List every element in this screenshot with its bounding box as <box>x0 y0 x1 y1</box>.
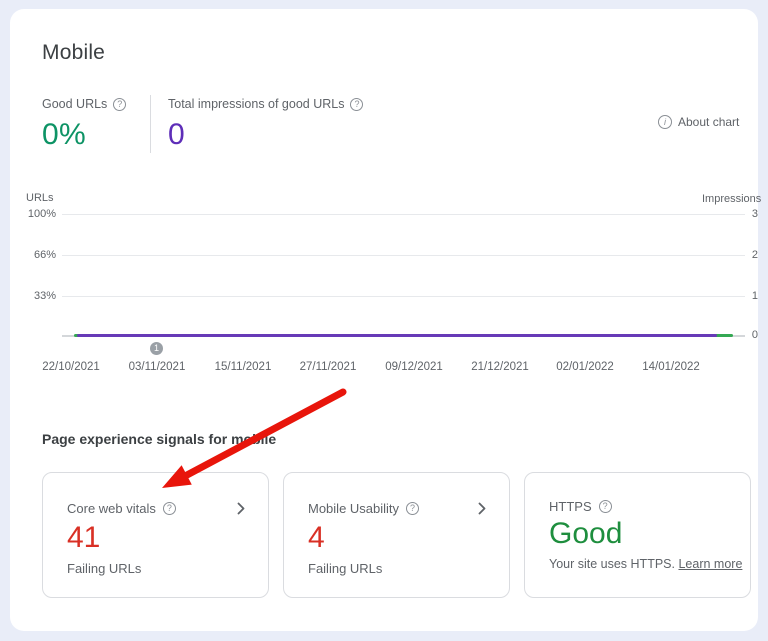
card-title: HTTPS <box>549 499 592 514</box>
left-axis-tick: 100% <box>10 208 56 220</box>
card-value: 4 <box>308 521 325 555</box>
x-axis-tick: 02/01/2022 <box>542 361 628 373</box>
help-icon[interactable]: ? <box>163 502 176 515</box>
chart-point-marker[interactable]: 1 <box>150 342 163 355</box>
x-axis-tick: 14/01/2022 <box>628 361 714 373</box>
impressions-series-line <box>77 334 717 337</box>
left-axis-title: URLs <box>26 192 54 204</box>
gridline <box>62 255 745 256</box>
report-card: Mobile Good URLs ? 0% Total impressions … <box>10 9 758 631</box>
x-axis-tick: 03/11/2021 <box>114 361 200 373</box>
core-web-vitals-card[interactable]: Core web vitals ? 41 Failing URLs <box>42 472 269 598</box>
gridline <box>62 296 745 297</box>
card-subtitle: Failing URLs <box>67 561 141 576</box>
x-axis-tick: 21/12/2021 <box>457 361 543 373</box>
help-icon[interactable]: ? <box>350 98 363 111</box>
card-subtitle: Failing URLs <box>308 561 382 576</box>
impressions-stat: Total impressions of good URLs ? 0 <box>168 97 363 152</box>
page-title: Mobile <box>42 41 105 65</box>
help-icon[interactable]: ? <box>406 502 419 515</box>
signals-heading: Page experience signals for mobile <box>42 431 276 447</box>
help-icon[interactable]: ? <box>113 98 126 111</box>
x-axis-tick: 27/11/2021 <box>285 361 371 373</box>
impressions-label: Total impressions of good URLs <box>168 97 344 111</box>
card-title: Mobile Usability <box>308 501 399 516</box>
page-experience-mobile-page: { "header": { "title": "Mobile", "about_… <box>0 0 768 641</box>
impressions-value: 0 <box>168 118 363 152</box>
x-axis-tick: 15/11/2021 <box>200 361 286 373</box>
about-chart-label: About chart <box>678 115 739 129</box>
x-axis-tick: 22/10/2021 <box>28 361 114 373</box>
chevron-right-icon[interactable] <box>232 499 250 517</box>
left-axis-tick: 33% <box>10 290 56 302</box>
left-axis-tick: 66% <box>10 249 56 261</box>
card-value: 41 <box>67 521 100 555</box>
gridline <box>62 214 745 215</box>
https-card[interactable]: HTTPS ? Good Your site uses HTTPS. Learn… <box>524 472 751 598</box>
learn-more-link[interactable]: Learn more <box>678 557 742 571</box>
card-title: Core web vitals <box>67 501 156 516</box>
x-axis-tick: 09/12/2021 <box>371 361 457 373</box>
stat-divider <box>150 95 151 153</box>
good-urls-label: Good URLs <box>42 97 107 111</box>
chevron-right-icon[interactable] <box>473 499 491 517</box>
about-chart-button[interactable]: i About chart <box>658 115 739 129</box>
good-urls-stat: Good URLs ? 0% <box>42 97 126 152</box>
mobile-usability-card[interactable]: Mobile Usability ? 4 Failing URLs <box>283 472 510 598</box>
good-urls-value: 0% <box>42 118 126 152</box>
info-icon: i <box>658 115 672 129</box>
card-subtitle: Your site uses HTTPS. <box>549 557 675 571</box>
card-value: Good <box>549 517 622 551</box>
help-icon[interactable]: ? <box>599 500 612 513</box>
right-axis-title: Impressions <box>702 193 761 205</box>
